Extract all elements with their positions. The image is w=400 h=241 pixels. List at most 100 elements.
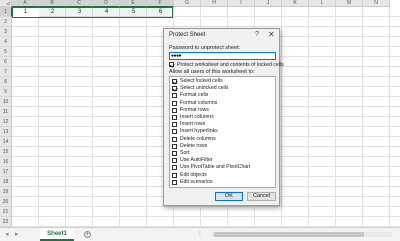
permission-label: Format columns [180, 99, 218, 106]
add-sheet-icon[interactable]: + [84, 231, 91, 238]
sheet-tab-bar: ◂ ▸ Sheet1 + ⋮ [0, 227, 400, 241]
row-header-15[interactable]: 15 [0, 147, 12, 157]
cell-e1[interactable]: 5 [120, 8, 147, 17]
permission-label: Format rows [180, 106, 209, 113]
ok-button[interactable]: OK [215, 192, 243, 201]
password-input[interactable]: ●●●● [169, 52, 276, 60]
row-header-8[interactable]: 8 [0, 77, 12, 87]
permission-label: Edit objects [180, 171, 207, 178]
permission-checkbox[interactable] [172, 165, 177, 171]
column-header-d[interactable]: D [93, 0, 120, 7]
permission-label: Select locked cells [180, 78, 223, 84]
permission-item[interactable]: Format columns [170, 100, 270, 107]
close-icon[interactable]: ✕ [268, 30, 275, 39]
column-header-c[interactable]: C [66, 0, 93, 7]
permission-checkbox[interactable] [172, 172, 177, 178]
row-header-22[interactable]: 22 [0, 217, 12, 227]
permission-item[interactable]: Insert columns [170, 114, 270, 121]
permission-label: Insert hyperlinks [180, 128, 218, 135]
row-header-12[interactable]: 12 [0, 117, 12, 127]
permission-checkbox[interactable] [172, 151, 177, 156]
permission-item[interactable]: Select unlocked cells [170, 85, 270, 92]
permission-checkbox[interactable] [172, 179, 177, 185]
permission-item[interactable]: Sort [170, 150, 270, 157]
row-header-20[interactable]: 20 [0, 197, 12, 207]
protect-contents-checkbox[interactable] [169, 62, 174, 67]
row-header-4[interactable]: 4 [0, 37, 12, 47]
permission-checkbox[interactable] [172, 158, 177, 164]
column-header-j[interactable]: J [255, 0, 282, 7]
permission-label: Insert rows [180, 121, 206, 128]
permission-checkbox[interactable] [172, 93, 177, 99]
row-header-17[interactable]: 17 [0, 167, 12, 177]
permission-checkbox[interactable] [172, 115, 177, 120]
prev-sheet-icon[interactable]: ◂ [5, 230, 9, 239]
row-header-18[interactable]: 18 [0, 177, 12, 187]
permissions-list[interactable]: Select locked cells Select unlocked cells… [169, 76, 276, 188]
column-header-g[interactable]: G [174, 0, 201, 7]
row-header-14[interactable]: 14 [0, 137, 12, 147]
permission-label: Select unlocked cells [180, 85, 229, 92]
row-header-2[interactable]: 2 [0, 17, 12, 27]
permission-item[interactable]: Format rows [170, 107, 270, 114]
permission-checkbox[interactable] [172, 129, 177, 135]
dialog-title: Protect Sheet [169, 32, 206, 38]
column-header-a[interactable]: A [12, 0, 39, 7]
column-header-m[interactable]: M [336, 0, 363, 7]
sheet-tab-sheet1[interactable]: Sheet1 [40, 228, 74, 241]
cell-b1[interactable]: 2 [39, 8, 66, 17]
permission-checkbox[interactable] [172, 143, 177, 149]
permission-checkbox[interactable] [172, 79, 177, 84]
protect-sheet-dialog: Protect Sheet ? ✕ Password to unprotect … [163, 28, 284, 206]
scrollbar-thumb[interactable] [214, 232, 364, 237]
column-header-b[interactable]: B [39, 0, 66, 7]
permission-label: Delete columns [180, 135, 216, 142]
row-header-3[interactable]: 3 [0, 27, 12, 37]
protect-contents-label: Protect worksheet and contents of locked… [177, 62, 284, 68]
row-header-5[interactable]: 5 [0, 47, 12, 57]
row-header-11[interactable]: 11 [0, 107, 12, 117]
permission-item[interactable]: Select locked cells [170, 78, 270, 85]
cell-c1[interactable]: 3 [66, 8, 93, 17]
permission-item[interactable]: Edit scenarios [170, 179, 270, 186]
next-sheet-icon[interactable]: ▸ [15, 230, 19, 239]
row-header-1[interactable]: 1 [0, 7, 12, 17]
cell-a1[interactable]: 1 [12, 8, 39, 17]
column-header-k[interactable]: K [282, 0, 309, 7]
row-header-16[interactable]: 16 [0, 157, 12, 167]
row-header-9[interactable]: 9 [0, 87, 12, 97]
permission-checkbox[interactable] [172, 122, 177, 128]
column-header-h[interactable]: H [201, 0, 228, 7]
permission-checkbox[interactable] [172, 100, 177, 106]
row-header-21[interactable]: 21 [0, 207, 12, 217]
permission-item[interactable]: Delete columns [170, 136, 270, 143]
permission-item[interactable]: Format cells [170, 92, 270, 99]
column-header-f[interactable]: F [147, 0, 174, 7]
column-header-e[interactable]: E [120, 0, 147, 7]
permission-item[interactable]: Use AutoFilter [170, 157, 270, 164]
cell-f1[interactable]: 6 [147, 8, 174, 17]
permission-item[interactable]: Use PivotTable and PivotChart [170, 164, 270, 171]
help-icon[interactable]: ? [255, 31, 259, 38]
row-header-19[interactable]: 19 [0, 187, 12, 197]
row-header-10[interactable]: 10 [0, 97, 12, 107]
permission-item[interactable]: Delete rows [170, 143, 270, 150]
permission-item[interactable]: Insert hyperlinks [170, 128, 270, 135]
row-header-13[interactable]: 13 [0, 127, 12, 137]
select-all-corner[interactable] [0, 0, 12, 7]
cancel-button[interactable]: Cancel [247, 192, 276, 201]
cell-d1[interactable]: 4 [93, 8, 120, 17]
column-header-l[interactable]: L [309, 0, 336, 7]
horizontal-scrollbar[interactable] [212, 232, 392, 237]
permission-item[interactable]: Edit objects [170, 172, 270, 179]
row-header-6[interactable]: 6 [0, 57, 12, 67]
permission-checkbox[interactable] [172, 107, 177, 113]
permission-checkbox[interactable] [172, 136, 177, 142]
split-handle-icon[interactable]: ⋮ [197, 230, 203, 237]
column-header-i[interactable]: I [228, 0, 255, 7]
permission-label: Format cells [180, 92, 209, 99]
permission-checkbox[interactable] [172, 86, 177, 92]
permission-item[interactable]: Insert rows [170, 121, 270, 128]
row-header-7[interactable]: 7 [0, 67, 12, 77]
column-header-n[interactable]: N [363, 0, 390, 7]
